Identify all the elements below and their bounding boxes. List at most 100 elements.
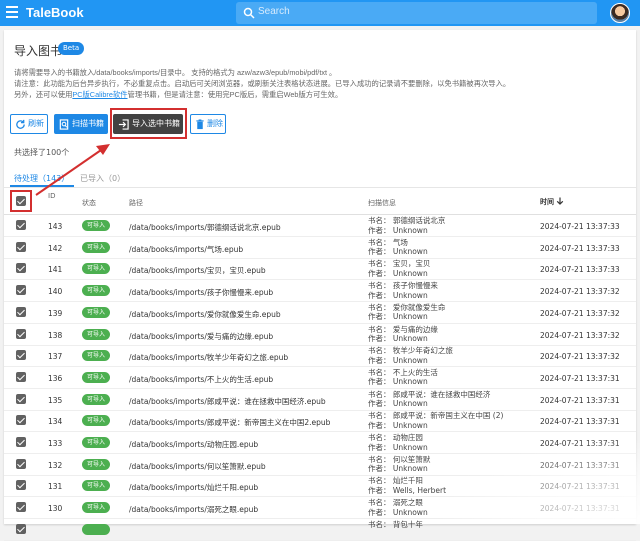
table-row[interactable]: 133 可导入/data/books/imports/动物庄园.epub 书名： 动… — [4, 432, 636, 454]
row-time: 2024-07-21 13:37:33 — [540, 222, 620, 231]
status-badge: 可导入 — [82, 241, 111, 253]
row-scan-info: 书名： 爱你就像爱生命 作者： Unknown — [368, 303, 445, 322]
table-row[interactable]: 137 可导入/data/books/imports/牧羊少年奇幻之旅.epub 书… — [4, 345, 636, 368]
row-id: 130 — [48, 504, 63, 514]
trash-icon — [196, 119, 204, 130]
status-badge: 可导入 — [82, 306, 111, 318]
row-scan-info: 书名： 气场 作者： Unknown — [368, 238, 428, 257]
row-book-author: 作者： Unknown — [368, 420, 428, 430]
tab-pending[interactable]: 待处理（143） — [14, 173, 69, 184]
row-checkbox[interactable] — [16, 415, 26, 426]
table-row[interactable]: 138 可导入/data/books/imports/爱与痛的边缘.epub 书名：… — [4, 324, 636, 346]
app-title[interactable]: TaleBook — [26, 5, 84, 20]
row-scan-info: 书名： 溺死之眼 作者： Unknown — [368, 498, 428, 517]
avatar[interactable] — [610, 3, 630, 23]
row-path: /data/books/imports/灿烂千阳.epub — [129, 483, 259, 493]
row-book-title: 书名： 灿烂千阳 — [368, 476, 423, 486]
row-book-author: 作者： Unknown — [368, 355, 428, 365]
row-time: 2024-07-21 13:37:32 — [540, 308, 620, 318]
table-row[interactable]: 136 可导入/data/books/imports/不上火的生活.epub 书名：… — [4, 367, 636, 389]
tab-imported[interactable]: 已导入（0） — [80, 173, 125, 184]
header-status[interactable]: 状态 — [82, 198, 96, 208]
row-checkbox[interactable] — [16, 480, 26, 491]
row-book-author: 作者： Unknown — [368, 290, 428, 300]
refresh-icon — [16, 119, 25, 129]
scan-icon — [59, 119, 69, 130]
row-path: /data/books/imports/动物庄园.epub — [129, 440, 259, 449]
row-path: /data/books/imports/爱你就像爱生命.epub — [129, 309, 281, 319]
row-scan-info: 书名： 宝贝，宝贝 作者： Unknown — [368, 259, 430, 278]
row-checkbox[interactable] — [16, 220, 26, 230]
app-bar: TaleBook Search — [0, 0, 640, 26]
row-id: 133 — [48, 439, 63, 448]
table-row[interactable]: 142 可导入/data/books/imports/气场.epub 书名： 气场作… — [4, 237, 636, 259]
row-checkbox[interactable] — [16, 393, 26, 404]
row-checkbox[interactable] — [16, 285, 26, 296]
row-checkbox[interactable] — [16, 263, 26, 274]
refresh-label: 刷新 — [28, 119, 44, 128]
row-checkbox[interactable] — [16, 306, 26, 317]
row-checkbox[interactable] — [16, 241, 26, 252]
row-id: 135 — [48, 395, 63, 405]
row-checkbox[interactable] — [16, 502, 26, 513]
row-checkbox[interactable] — [16, 371, 26, 382]
row-scan-info: 书名： 何以笙箫默 作者： Unknown — [368, 455, 430, 474]
row-checkbox[interactable] — [16, 350, 26, 361]
row-checkbox[interactable] — [16, 437, 26, 447]
row-time: 2024-07-21 13:37:31 — [540, 395, 620, 405]
row-book-author: 作者： Wells, Herbert — [368, 485, 447, 495]
page-title: 导入图书 — [14, 44, 63, 58]
table-row[interactable]: 143 可导入/data/books/imports/郭德纲话说北京.epub 书名… — [4, 215, 636, 237]
header-time[interactable]: 时间 — [540, 197, 564, 207]
row-time: 2024-07-21 13:37:31 — [540, 439, 620, 448]
row-path: /data/books/imports/溺死之眼.epub — [129, 505, 259, 515]
delete-label: 删除 — [207, 119, 223, 128]
row-book-title: 书名： 动物庄园 — [368, 433, 423, 442]
row-checkbox[interactable] — [16, 523, 26, 534]
select-all-checkbox[interactable] — [16, 196, 26, 206]
header-path[interactable]: 路径 — [129, 198, 143, 208]
status-badge: 可导入 — [82, 502, 111, 514]
row-scan-info: 书名： 郎咸平说：新帝国主义在中国 (2) 作者： Unknown — [368, 411, 503, 430]
delete-button[interactable]: 删除 — [190, 114, 226, 134]
row-book-author: 作者： Unknown — [368, 247, 428, 257]
row-id: 138 — [48, 330, 63, 340]
table-row[interactable]: 140 可导入/data/books/imports/孩子你慢慢来.epub 书名：… — [4, 280, 636, 303]
table-row[interactable]: 131 可导入/data/books/imports/灿烂千阳.epub 书名： 灿… — [4, 475, 636, 498]
description-line-1: 请将需要导入的书籍放入/data/books/imports/目录中。 支持的格… — [14, 68, 337, 77]
row-path: /data/books/imports/宝贝，宝贝.epub — [129, 266, 266, 276]
row-time: 2024-07-21 13:37:33 — [540, 265, 620, 275]
row-time: 2024-07-21 13:37:33 — [540, 243, 620, 253]
row-checkbox[interactable] — [16, 458, 26, 469]
table-row[interactable]: 139 可导入/data/books/imports/爱你就像爱生命.epub 书名… — [4, 302, 636, 324]
row-scan-info: 书名： 郭德纲话说北京 作者： Unknown — [368, 216, 445, 235]
calibre-link[interactable]: PC版Calibre软件 — [72, 90, 127, 99]
table-row[interactable]: 135 可导入/data/books/imports/郎咸平说：谁在拯救中国经济.… — [4, 389, 636, 411]
row-book-author: 作者： Unknown — [368, 442, 428, 452]
search-input[interactable]: Search — [236, 2, 597, 24]
row-id: 132 — [48, 460, 63, 470]
row-scan-info: 书名： 郎咸平说：谁在拯救中国经济 作者： Unknown — [368, 390, 490, 409]
menu-icon[interactable] — [6, 6, 18, 18]
row-time: 2024-07-21 13:37:31 — [540, 373, 620, 383]
row-book-title: 书名： 郎咸平说：谁在拯救中国经济 — [368, 389, 491, 399]
header-time-label: 时间 — [540, 198, 554, 206]
table-row[interactable]: 132 可导入/data/books/imports/何以笙箫默.epub 书名： … — [4, 454, 636, 476]
row-book-title: 书名： 溺死之眼 — [368, 498, 423, 508]
header-scan-info[interactable]: 扫描信息 — [368, 198, 396, 208]
row-checkbox[interactable] — [16, 328, 26, 339]
scan-books-label: 扫描书籍 — [72, 119, 104, 128]
refresh-button[interactable]: 刷新 — [10, 114, 48, 134]
row-path: /data/books/imports/何以笙箫默.epub — [129, 461, 266, 471]
row-scan-info: 书名： 牧羊少年奇幻之旅 作者： Unknown — [368, 346, 453, 365]
row-book-title: 书名： 孩子你慢慢来 — [368, 281, 438, 291]
row-path: /data/books/imports/郎咸平说：谁在拯救中国经济.epub — [129, 396, 326, 406]
table-row[interactable]: 书名： 背包十年 — [4, 519, 636, 541]
status-badge: 可导入 — [82, 393, 111, 405]
scan-books-button[interactable]: 扫描书籍 — [54, 114, 108, 134]
header-id[interactable]: ID — [48, 192, 55, 200]
table-row[interactable]: 134 可导入/data/books/imports/郎咸平说：新帝国主义在中国2… — [4, 410, 636, 433]
table-row[interactable]: 130 可导入/data/books/imports/溺死之眼.epub 书名： 溺… — [4, 497, 636, 520]
row-time: 2024-07-21 13:37:31 — [540, 417, 620, 427]
table-row[interactable]: 141 可导入/data/books/imports/宝贝，宝贝.epub 书名： … — [4, 258, 636, 281]
